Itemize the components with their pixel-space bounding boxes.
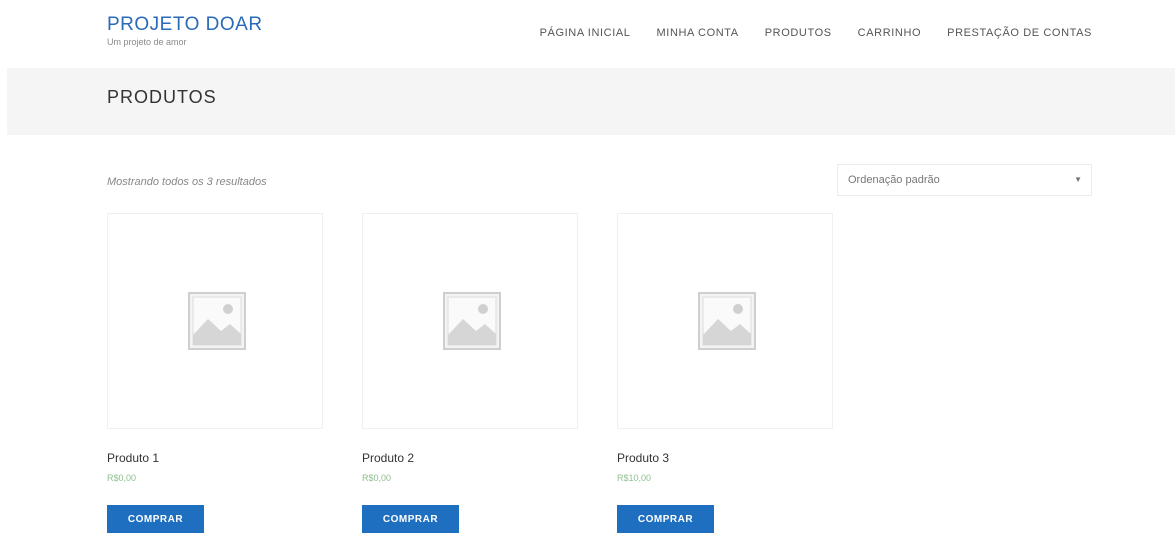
caret-down-icon: ▼ xyxy=(1074,175,1082,184)
buy-button[interactable]: COMPRAR xyxy=(362,505,459,533)
product-card: Produto 2 R$0,00 COMPRAR xyxy=(362,213,580,533)
site-header: PROJETO DOAR Um projeto de amor PÁGINA I… xyxy=(0,0,1175,67)
main-nav: PÁGINA INICIAL MINHA CONTA PRODUTOS CARR… xyxy=(540,27,1092,39)
image-placeholder-icon xyxy=(188,292,246,350)
image-placeholder-icon xyxy=(698,292,756,350)
product-price: R$0,00 xyxy=(362,473,392,483)
buy-button[interactable]: COMPRAR xyxy=(107,505,204,533)
site-title[interactable]: PROJETO DOAR xyxy=(107,14,263,36)
result-count: Mostrando todos os 3 resultados xyxy=(107,176,267,188)
buy-button[interactable]: COMPRAR xyxy=(617,505,714,533)
nav-item-pagina-inicial[interactable]: PÁGINA INICIAL xyxy=(540,27,631,39)
page-title-band: PRODUTOS xyxy=(7,68,1175,135)
product-price: R$0,00 xyxy=(107,473,137,483)
product-image[interactable] xyxy=(362,213,578,429)
product-name[interactable]: Produto 3 xyxy=(617,451,669,465)
site-logo[interactable]: PROJETO DOAR Um projeto de amor xyxy=(107,14,263,47)
product-card: Produto 3 R$10,00 COMPRAR xyxy=(617,213,835,533)
nav-item-produtos[interactable]: PRODUTOS xyxy=(765,27,832,39)
sort-selected-value: Ordenação padrão xyxy=(848,174,940,186)
product-price: R$10,00 xyxy=(617,473,652,483)
sort-select[interactable]: Ordenação padrão ▼ xyxy=(837,164,1092,196)
nav-item-prestacao-de-contas[interactable]: PRESTAÇÃO DE CONTAS xyxy=(947,27,1092,39)
product-image[interactable] xyxy=(617,213,833,429)
product-name[interactable]: Produto 2 xyxy=(362,451,414,465)
image-placeholder-icon xyxy=(443,292,501,350)
nav-item-minha-conta[interactable]: MINHA CONTA xyxy=(657,27,739,39)
product-card: Produto 1 R$0,00 COMPRAR xyxy=(107,213,325,533)
nav-item-carrinho[interactable]: CARRINHO xyxy=(858,27,921,39)
site-tagline: Um projeto de amor xyxy=(107,37,187,47)
page-title: PRODUTOS xyxy=(107,87,217,107)
product-image[interactable] xyxy=(107,213,323,429)
product-name[interactable]: Produto 1 xyxy=(107,451,159,465)
